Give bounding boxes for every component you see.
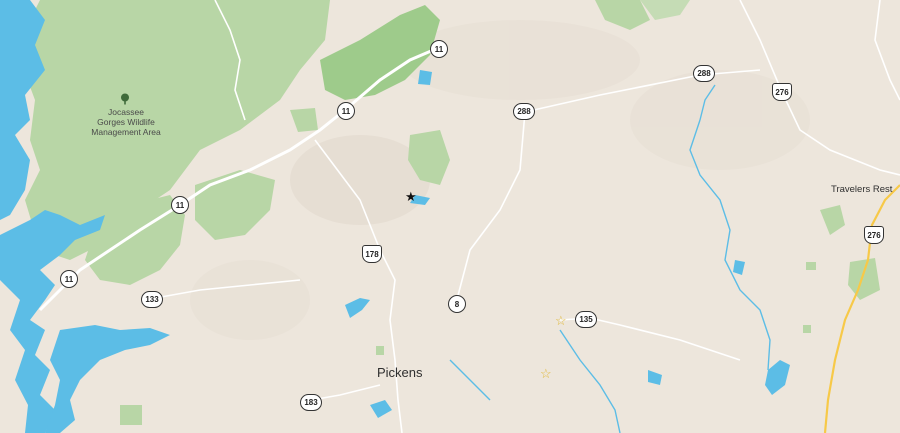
- map-canvas[interactable]: Jocassee Gorges Wildlife Management Area…: [0, 0, 900, 433]
- route-shield-276[interactable]: 276: [864, 226, 884, 244]
- route-shield-8[interactable]: 8: [448, 295, 466, 313]
- tree-icon: [121, 93, 129, 105]
- route-shield-276[interactable]: 276: [772, 83, 792, 101]
- park-label-line-1: Jocassee: [108, 107, 144, 117]
- park-label-line-2: Gorges Wildlife: [97, 117, 155, 127]
- route-shield-11[interactable]: 11: [337, 102, 355, 120]
- place-label-pickens[interactable]: Pickens: [377, 365, 423, 380]
- route-shield-133[interactable]: 133: [141, 291, 163, 308]
- route-shield-288[interactable]: 288: [693, 65, 715, 82]
- route-shield-11[interactable]: 11: [171, 196, 189, 214]
- route-shield-11[interactable]: 11: [60, 270, 78, 288]
- place-label-travelers-rest[interactable]: Travelers Rest: [831, 184, 892, 195]
- map-base-layer: [0, 0, 900, 433]
- outline-star-icon[interactable]: ☆: [540, 367, 552, 380]
- route-shield-135[interactable]: 135: [575, 311, 597, 328]
- route-shield-178[interactable]: 178: [362, 245, 382, 263]
- outline-star-icon[interactable]: ☆: [555, 314, 567, 327]
- route-shield-11[interactable]: 11: [430, 40, 448, 58]
- route-shield-183[interactable]: 183: [300, 394, 322, 411]
- park-label[interactable]: Jocassee Gorges Wildlife Management Area: [80, 107, 172, 137]
- park-icon: [119, 92, 131, 105]
- route-shield-288[interactable]: 288: [513, 103, 535, 120]
- black-star-icon[interactable]: ★: [405, 190, 417, 203]
- park-label-line-3: Management Area: [91, 127, 161, 137]
